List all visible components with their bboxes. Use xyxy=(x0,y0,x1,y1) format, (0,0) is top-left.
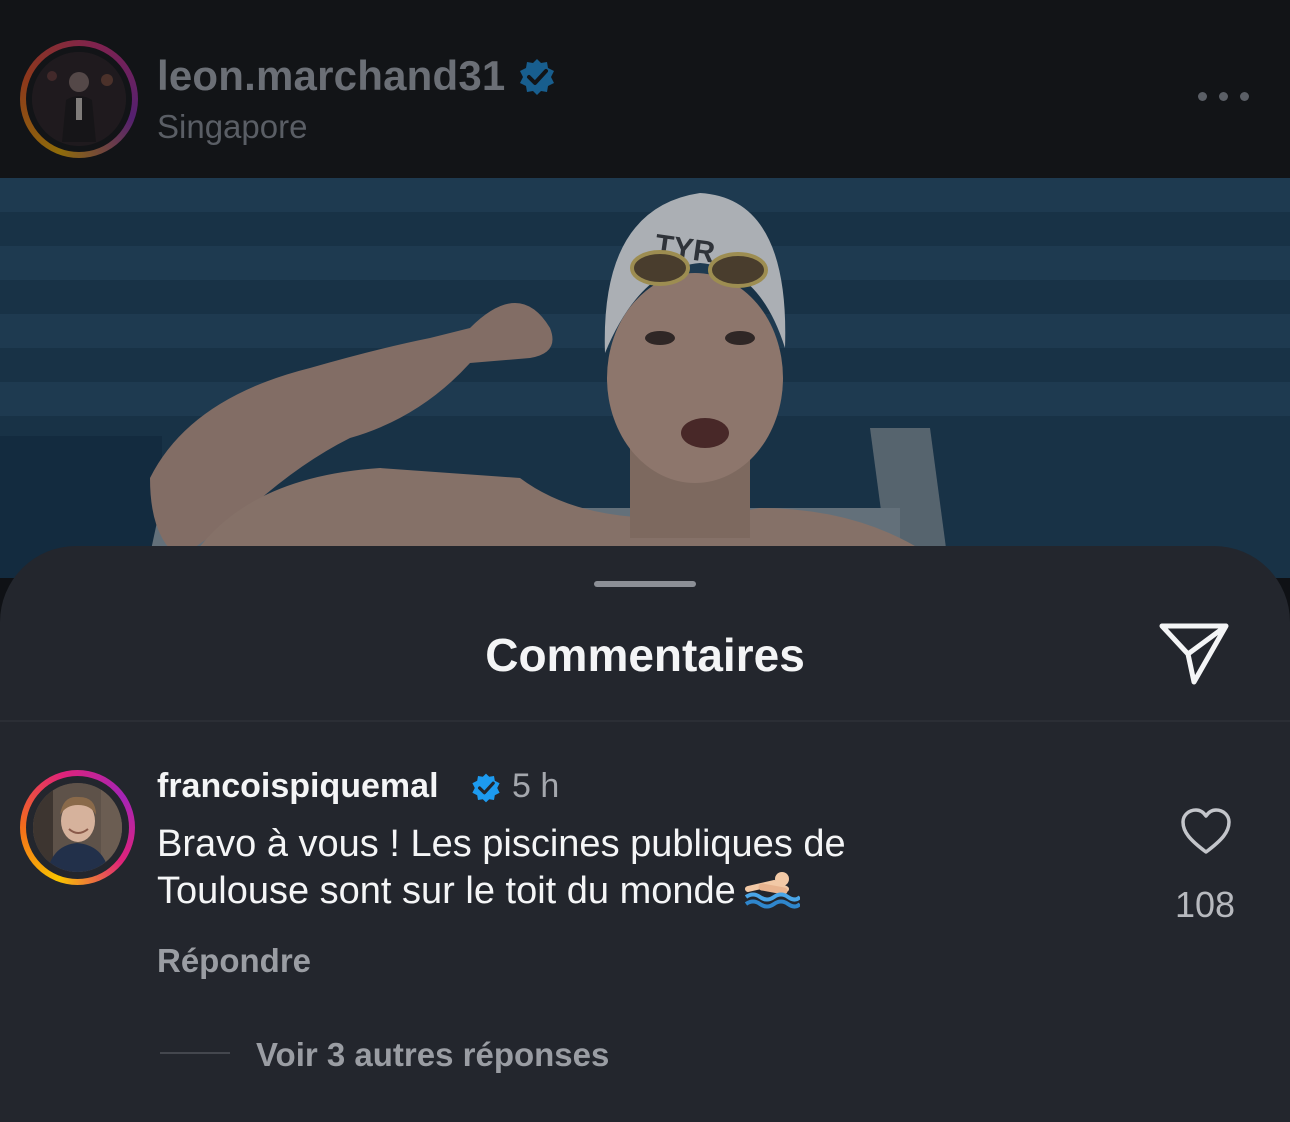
verified-badge-icon xyxy=(472,773,500,803)
like-count: 108 xyxy=(1174,884,1236,925)
swimmer-emoji xyxy=(744,872,800,909)
poster-username[interactable]: leon.marchand31 xyxy=(157,52,505,100)
comments-sheet: Commentaires francoispiquemal 5 h Bravo … xyxy=(0,546,1290,1122)
heart-outline-icon[interactable] xyxy=(1180,808,1232,856)
commenter-username[interactable]: francoispiquemal xyxy=(157,767,439,806)
commenter-avatar[interactable] xyxy=(20,770,135,885)
poster-avatar-image xyxy=(32,52,126,146)
comment-text-line-2: Toulouse sont sur le toit du monde xyxy=(157,868,1117,915)
comment-text: Bravo à vous ! Les piscines publiques de… xyxy=(157,821,1117,915)
view-more-replies-button[interactable]: Voir 3 autres réponses xyxy=(256,1036,609,1074)
paper-plane-icon[interactable] xyxy=(1158,622,1230,686)
post-header: leon.marchand31 Singapore xyxy=(0,0,1290,178)
reply-button[interactable]: Répondre xyxy=(157,942,311,980)
commenter-avatar-image xyxy=(33,783,122,872)
divider xyxy=(0,720,1290,722)
post-location[interactable]: Singapore xyxy=(157,108,307,146)
comment-text-line-1: Bravo à vous ! Les piscines publiques de xyxy=(157,823,846,865)
sheet-drag-handle[interactable] xyxy=(594,581,696,587)
post-photo[interactable]: TYR xyxy=(0,178,1290,578)
replies-divider-line xyxy=(160,1052,230,1054)
comment-text-line-2-text: Toulouse sont sur le toit du monde xyxy=(157,870,736,912)
comments-title: Commentaires xyxy=(485,629,805,681)
verified-badge-icon xyxy=(520,59,554,95)
comment-timestamp: 5 h xyxy=(512,767,560,805)
poster-avatar[interactable] xyxy=(20,40,138,158)
ellipsis-icon[interactable] xyxy=(1198,88,1250,104)
